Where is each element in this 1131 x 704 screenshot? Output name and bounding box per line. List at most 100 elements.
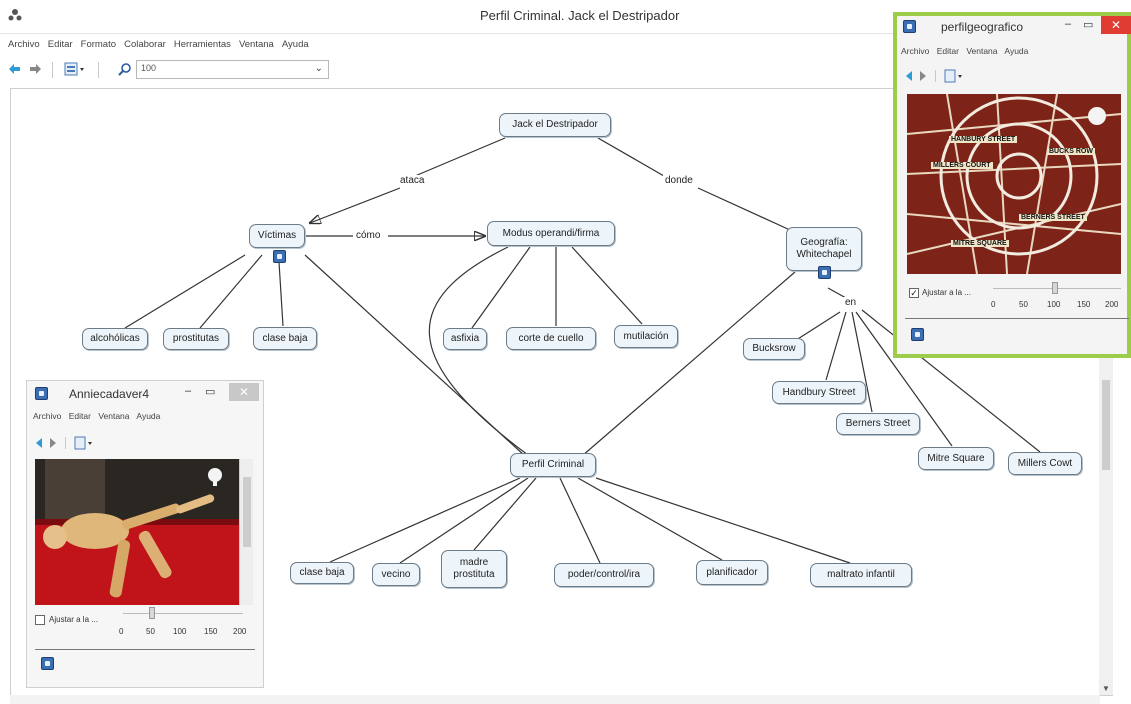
node-madre-line1: madre: [459, 557, 489, 568]
zoom-value: 100: [141, 63, 157, 73]
node-poder-control[interactable]: poder/control/ira: [554, 563, 654, 587]
map-label: BERNERS STREET: [1019, 214, 1087, 221]
back-icon[interactable]: [8, 62, 22, 76]
node-corte-cuello[interactable]: corte de cuello: [506, 327, 596, 350]
close-icon[interactable]: ✕: [1101, 16, 1131, 34]
horizontal-scrollbar[interactable]: [10, 695, 1100, 704]
node-mutilacion[interactable]: mutilación: [614, 325, 678, 348]
link-label-en[interactable]: en: [843, 297, 859, 308]
node-geografia-line2: Whitechapel: [796, 249, 852, 260]
slider-tick: 200: [1105, 300, 1119, 309]
zoom-slider-track[interactable]: [123, 613, 243, 614]
map-image: [907, 94, 1121, 274]
back-icon[interactable]: [906, 71, 912, 81]
forward-icon[interactable]: [50, 438, 56, 448]
forward-icon[interactable]: [920, 71, 926, 81]
node-jack[interactable]: Jack el Destripador: [499, 113, 611, 137]
annie-image-scrollbar[interactable]: [239, 459, 253, 605]
zoom-icon[interactable]: [118, 62, 132, 76]
menu-editar[interactable]: Editar: [69, 411, 91, 421]
node-maltrato-infantil[interactable]: maltrato infantil: [810, 563, 912, 587]
scrollbar-thumb[interactable]: [1102, 380, 1110, 470]
zoom-slider-thumb[interactable]: [1052, 282, 1058, 294]
node-victimas[interactable]: Víctimas: [249, 224, 305, 248]
menu-colaborar[interactable]: Colaborar: [124, 39, 166, 50]
fit-checkbox[interactable]: ✓: [909, 288, 919, 298]
window-title: Perfil Criminal. Jack el Destripador: [480, 8, 680, 23]
zoom-slider-thumb[interactable]: [149, 607, 155, 619]
menu-ayuda[interactable]: Ayuda: [282, 39, 309, 50]
fit-label: Ajustar a la ...: [49, 615, 98, 624]
node-bucksrow[interactable]: Bucksrow: [743, 338, 805, 360]
menu-formato[interactable]: Formato: [81, 39, 116, 50]
node-alcoholicas[interactable]: alcohólicas: [82, 328, 148, 350]
node-handbury[interactable]: Handbury Street: [772, 381, 866, 404]
slider-tick: 50: [146, 627, 155, 636]
menu-ventana[interactable]: Ventana: [239, 39, 274, 50]
close-icon[interactable]: ✕: [229, 383, 259, 401]
link-label-donde[interactable]: donde: [663, 175, 695, 186]
resource-link-icon[interactable]: [911, 328, 924, 341]
menu-ayuda[interactable]: Ayuda: [136, 411, 160, 421]
menu-herramientas[interactable]: Herramientas: [174, 39, 231, 50]
perfilgeografico-window[interactable]: perfilgeografico – ▭ ✕ Archivo Editar Ve…: [893, 12, 1131, 358]
link-label-como[interactable]: cómo: [354, 230, 383, 241]
maximize-icon[interactable]: ▭: [205, 385, 215, 398]
main-toolbar: 100 ⌄: [0, 56, 900, 84]
menu-editar[interactable]: Editar: [937, 46, 959, 56]
slider-tick: 150: [204, 627, 218, 636]
menu-ventana[interactable]: Ventana: [966, 46, 997, 56]
slider-tick: 50: [1019, 300, 1028, 309]
node-vecino[interactable]: vecino: [372, 563, 420, 586]
node-clase-baja-perfil[interactable]: clase baja: [290, 562, 354, 584]
menu-ayuda[interactable]: Ayuda: [1004, 46, 1028, 56]
node-clase-baja-victimas[interactable]: clase baja: [253, 327, 317, 350]
perfilgeografico-titlebar[interactable]: perfilgeografico – ▭ ✕: [897, 16, 1131, 42]
slider-tick: 200: [233, 627, 247, 636]
map-label: BUCKS ROW: [1047, 148, 1095, 155]
node-mitre[interactable]: Mitre Square: [918, 447, 994, 470]
node-geografia-line1: Geografía:: [800, 237, 848, 248]
image-resource-icon: [35, 387, 48, 400]
node-planificador[interactable]: planificador: [696, 560, 768, 585]
image-resource-icon[interactable]: [273, 250, 286, 263]
vertical-scrollbar[interactable]: ▼: [1099, 350, 1113, 695]
node-modus[interactable]: Modus operandi/firma: [487, 221, 615, 246]
map-label: MILLERS COURT: [931, 162, 993, 169]
resource-link-icon[interactable]: [41, 657, 54, 670]
maximize-icon[interactable]: ▭: [1083, 18, 1093, 31]
node-geografia[interactable]: Geografía: Whitechapel: [786, 227, 862, 271]
fit-checkbox[interactable]: [35, 615, 45, 625]
image-resource-icon[interactable]: [818, 266, 831, 279]
menu-editar[interactable]: Editar: [48, 39, 73, 50]
geo-menubar: Archivo Editar Ventana Ayuda: [901, 46, 1033, 56]
app-icon: [8, 9, 22, 21]
node-berners[interactable]: Berners Street: [836, 413, 920, 435]
main-menubar: Archivo Editar Formato Colaborar Herrami…: [8, 38, 314, 52]
node-millers[interactable]: Millers Cowt: [1008, 452, 1082, 475]
node-prostitutas[interactable]: prostitutas: [163, 328, 229, 350]
back-icon[interactable]: [36, 438, 42, 448]
map-label: HANBURY STREET: [949, 136, 1018, 143]
minimize-icon[interactable]: –: [1065, 18, 1071, 30]
menu-ventana[interactable]: Ventana: [98, 411, 129, 421]
node-madre-prostituta[interactable]: madre prostituta: [441, 550, 507, 588]
fit-label: Ajustar a la ...: [922, 288, 971, 297]
menu-archivo[interactable]: Archivo: [8, 39, 40, 50]
link-label-ataca[interactable]: ataca: [398, 175, 427, 186]
forward-icon[interactable]: [28, 62, 42, 76]
zoom-dropdown[interactable]: 100 ⌄: [136, 60, 329, 79]
anniecadaver-titlebar[interactable]: Anniecadaver4 – ▭ ✕: [27, 381, 263, 407]
menu-archivo[interactable]: Archivo: [33, 411, 61, 421]
perfilgeografico-title: perfilgeografico: [941, 20, 1024, 34]
anniecadaver-window[interactable]: Anniecadaver4 – ▭ ✕ Archivo Editar Venta…: [26, 380, 264, 688]
chevron-down-icon: ⌄: [314, 63, 323, 74]
node-perfil-criminal[interactable]: Perfil Criminal: [510, 453, 596, 477]
scroll-down-icon[interactable]: ▼: [1102, 684, 1110, 693]
node-asfixia[interactable]: asfixia: [443, 328, 487, 350]
slider-tick: 0: [991, 300, 996, 309]
minimize-icon[interactable]: –: [185, 385, 191, 397]
menu-archivo[interactable]: Archivo: [901, 46, 929, 56]
slider-tick: 0: [119, 627, 124, 636]
views-icon[interactable]: [64, 62, 86, 76]
